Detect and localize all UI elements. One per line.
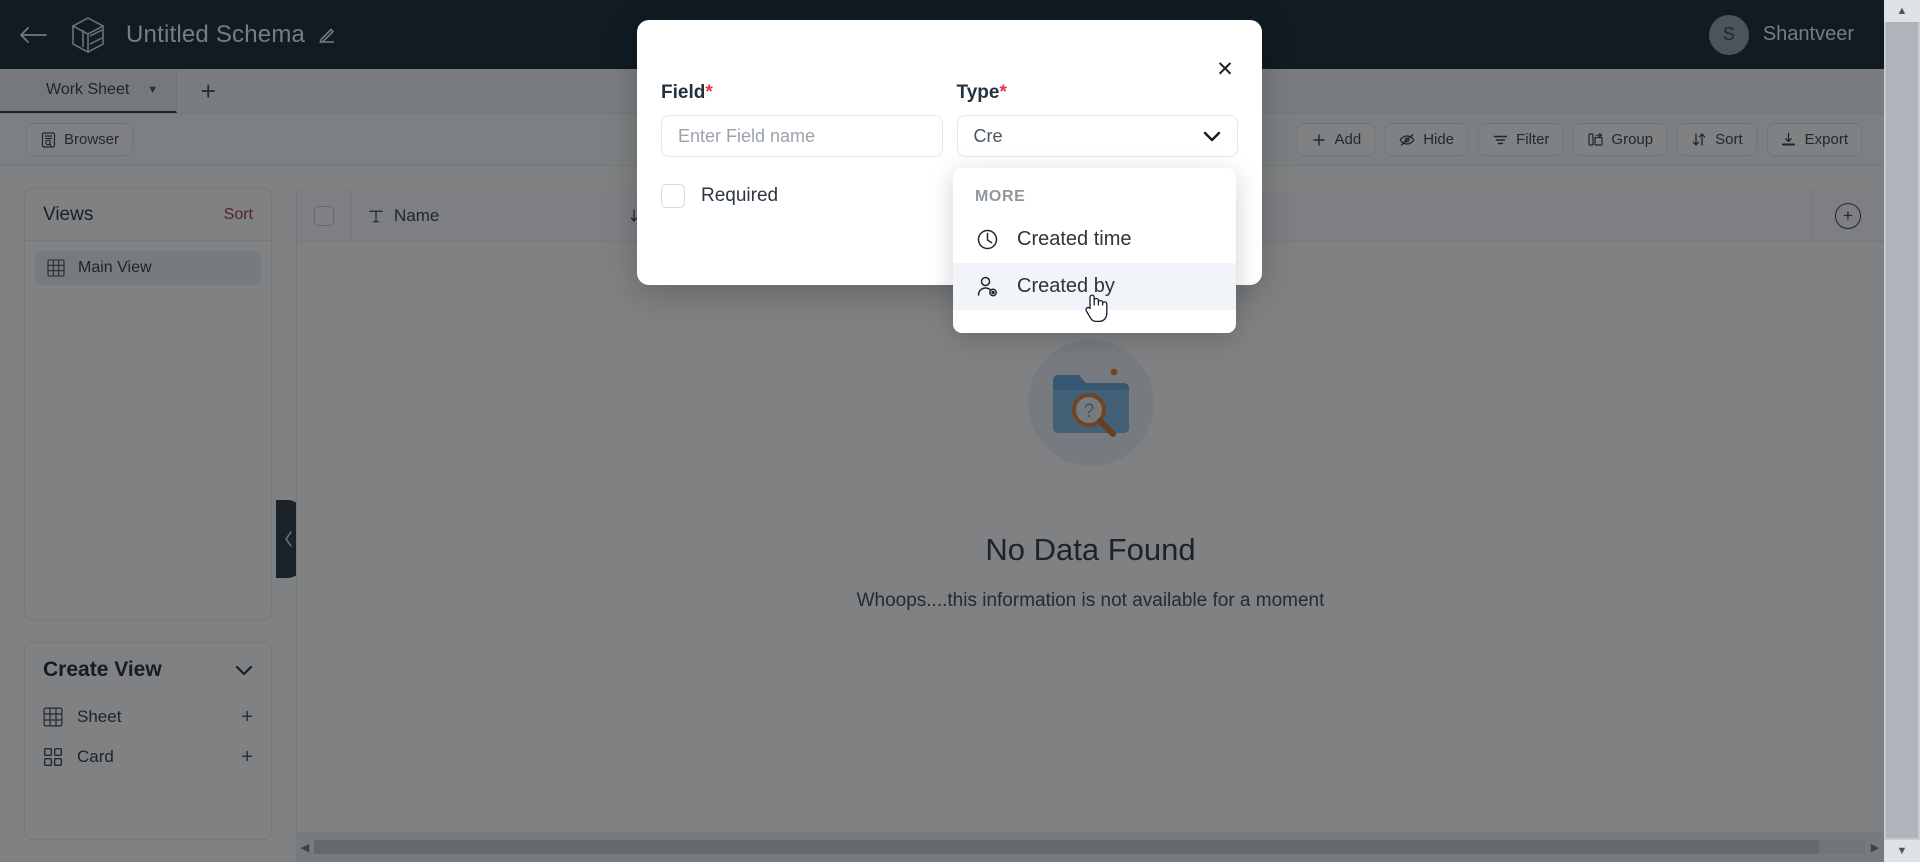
vertical-scroll-thumb[interactable] <box>1886 22 1918 838</box>
pointer-hand-cursor <box>1084 292 1110 324</box>
field-name-input[interactable]: Enter Field name <box>661 115 943 157</box>
chevron-down-icon[interactable] <box>1203 131 1221 142</box>
clock-icon <box>975 228 999 252</box>
field-type-label: Type* <box>957 82 1239 104</box>
field-type-group: Type* Cre <box>956 82 1239 157</box>
field-type-value: Cre <box>973 125 1003 146</box>
field-type-select[interactable]: Cre <box>956 115 1238 157</box>
close-icon[interactable]: ✕ <box>1212 56 1238 82</box>
dropdown-group-label: MORE <box>975 188 1026 205</box>
required-asterisk: * <box>999 82 1007 103</box>
required-checkbox-label: Required <box>701 185 779 206</box>
scroll-down-arrow[interactable]: ▼ <box>1884 840 1920 862</box>
user-check-icon <box>975 275 999 299</box>
field-name-label-text: Field <box>661 82 706 103</box>
vertical-scrollbar[interactable]: ▲ ▼ <box>1884 0 1920 862</box>
dialog-body: Field* Enter Field name Type* Cre <box>637 20 1262 157</box>
scroll-up-arrow[interactable]: ▲ <box>1884 0 1920 22</box>
required-checkbox-group[interactable]: Required <box>661 184 947 208</box>
application-window: Untitled Schema S Shantveer Wo <box>0 0 1920 862</box>
field-name-group: Field* Enter Field name <box>661 82 943 157</box>
dropdown-item-label: Created time <box>1017 228 1132 250</box>
dropdown-item-created-time[interactable]: Created time <box>953 216 1236 263</box>
field-type-label-text: Type <box>956 82 1000 103</box>
field-name-label: Field* <box>661 82 943 104</box>
required-asterisk: * <box>705 82 713 103</box>
required-checkbox[interactable] <box>661 184 685 208</box>
